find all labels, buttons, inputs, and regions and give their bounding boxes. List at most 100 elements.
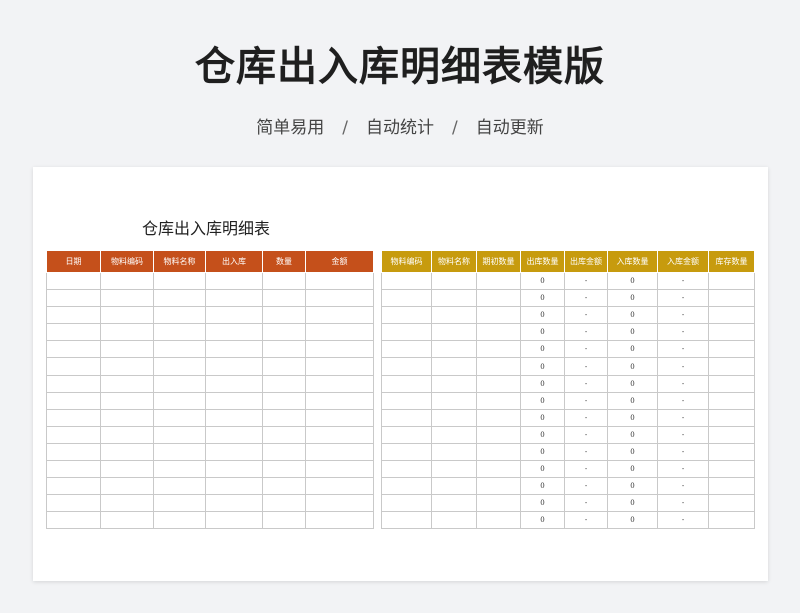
table-cell[interactable]	[100, 271, 154, 291]
table-cell[interactable]	[100, 511, 154, 530]
table-cell[interactable]	[381, 425, 432, 444]
table-cell[interactable]: 0	[607, 271, 658, 291]
table-cell[interactable]	[262, 306, 306, 325]
table-cell[interactable]	[262, 460, 306, 479]
table-cell[interactable]	[305, 442, 374, 462]
table-cell[interactable]	[431, 323, 477, 342]
table-cell[interactable]	[431, 408, 477, 427]
table-cell[interactable]: -	[564, 408, 608, 427]
table-cell[interactable]	[381, 511, 432, 530]
table-cell[interactable]	[381, 374, 432, 393]
table-cell[interactable]: -	[657, 494, 709, 513]
table-cell[interactable]	[476, 340, 521, 359]
table-cell[interactable]	[262, 374, 306, 393]
table-cell[interactable]	[381, 408, 432, 427]
table-cell[interactable]: 0	[520, 357, 565, 376]
table-cell[interactable]	[305, 340, 374, 359]
table-cell[interactable]	[46, 460, 101, 479]
table-cell[interactable]	[431, 357, 477, 376]
table-cell[interactable]	[708, 425, 755, 444]
table-cell[interactable]: -	[564, 442, 608, 462]
table-cell[interactable]	[205, 271, 263, 291]
table-cell[interactable]: -	[657, 271, 709, 291]
table-cell[interactable]	[305, 425, 374, 444]
table-cell[interactable]	[153, 340, 206, 359]
table-cell[interactable]	[205, 425, 263, 444]
table-cell[interactable]: 0	[520, 425, 565, 444]
table-cell[interactable]: -	[657, 306, 709, 325]
table-cell[interactable]	[305, 357, 374, 376]
table-cell[interactable]	[205, 323, 263, 342]
table-cell[interactable]	[100, 494, 154, 513]
table-cell[interactable]	[262, 271, 306, 291]
table-cell[interactable]	[305, 323, 374, 342]
table-cell[interactable]: 0	[607, 477, 658, 496]
table-cell[interactable]	[46, 340, 101, 359]
table-cell[interactable]	[153, 271, 206, 291]
table-cell[interactable]	[153, 494, 206, 513]
table-cell[interactable]	[305, 494, 374, 513]
table-cell[interactable]	[431, 306, 477, 325]
table-cell[interactable]	[708, 442, 755, 462]
table-cell[interactable]	[431, 340, 477, 359]
table-cell[interactable]: -	[657, 477, 709, 496]
table-cell[interactable]: -	[657, 442, 709, 462]
table-cell[interactable]	[46, 511, 101, 530]
table-cell[interactable]	[381, 289, 432, 308]
table-cell[interactable]: 0	[607, 425, 658, 444]
table-cell[interactable]	[305, 391, 374, 410]
table-cell[interactable]	[205, 511, 263, 530]
table-cell[interactable]	[476, 391, 521, 410]
table-cell[interactable]: 0	[607, 289, 658, 308]
table-cell[interactable]: 0	[520, 340, 565, 359]
table-cell[interactable]	[153, 357, 206, 376]
table-cell[interactable]: -	[564, 289, 608, 308]
table-cell[interactable]	[262, 357, 306, 376]
table-cell[interactable]	[46, 477, 101, 496]
table-cell[interactable]: -	[564, 425, 608, 444]
table-cell[interactable]	[708, 408, 755, 427]
table-cell[interactable]	[476, 357, 521, 376]
table-cell[interactable]: -	[564, 477, 608, 496]
table-cell[interactable]	[153, 374, 206, 393]
table-cell[interactable]	[476, 460, 521, 479]
table-cell[interactable]	[205, 391, 263, 410]
table-cell[interactable]	[708, 494, 755, 513]
table-cell[interactable]	[381, 357, 432, 376]
table-cell[interactable]	[708, 511, 755, 530]
table-cell[interactable]	[381, 323, 432, 342]
table-cell[interactable]	[262, 408, 306, 427]
table-cell[interactable]	[431, 425, 477, 444]
table-cell[interactable]: -	[564, 357, 608, 376]
table-cell[interactable]	[100, 460, 154, 479]
table-cell[interactable]	[153, 511, 206, 530]
table-cell[interactable]	[431, 442, 477, 462]
table-cell[interactable]	[262, 511, 306, 530]
table-cell[interactable]	[476, 494, 521, 513]
table-cell[interactable]: -	[657, 425, 709, 444]
table-cell[interactable]	[476, 408, 521, 427]
table-cell[interactable]	[205, 477, 263, 496]
table-cell[interactable]: -	[564, 460, 608, 479]
table-cell[interactable]	[381, 391, 432, 410]
table-cell[interactable]: 0	[607, 442, 658, 462]
table-cell[interactable]	[262, 340, 306, 359]
table-cell[interactable]: 0	[520, 374, 565, 393]
table-cell[interactable]	[381, 271, 432, 291]
table-cell[interactable]	[100, 408, 154, 427]
table-cell[interactable]	[153, 306, 206, 325]
table-cell[interactable]	[205, 306, 263, 325]
table-cell[interactable]	[381, 477, 432, 496]
table-cell[interactable]	[46, 289, 101, 308]
table-cell[interactable]	[100, 340, 154, 359]
table-cell[interactable]: -	[564, 271, 608, 291]
table-cell[interactable]: -	[657, 323, 709, 342]
table-cell[interactable]	[262, 289, 306, 308]
table-cell[interactable]: -	[657, 289, 709, 308]
table-cell[interactable]: 0	[607, 374, 658, 393]
table-cell[interactable]	[205, 408, 263, 427]
table-cell[interactable]	[431, 289, 477, 308]
table-cell[interactable]	[100, 442, 154, 462]
table-cell[interactable]	[708, 289, 755, 308]
table-cell[interactable]	[100, 357, 154, 376]
